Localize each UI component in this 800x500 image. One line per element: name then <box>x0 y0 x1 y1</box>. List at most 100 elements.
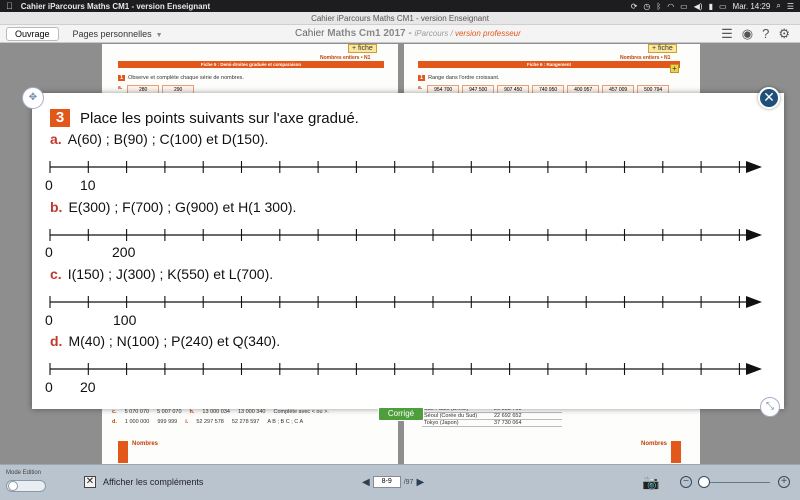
row-letter: h. <box>189 409 195 415</box>
item-text: M(40) ; N(100) ; P(240) et Q(340). <box>68 333 281 349</box>
book-title-parcours: iParcours <box>414 29 449 38</box>
lower-exercise-left: c. 5 070 070 5 007 070 h. 13 000 034 13 … <box>112 409 329 429</box>
value: 1 000 000 <box>124 419 150 425</box>
value: 5 007 070 <box>157 409 182 415</box>
complements-label[interactable]: Afficher les compléments <box>103 477 203 487</box>
row-letter: i. <box>185 419 189 425</box>
zoom-slider-knob[interactable] <box>698 476 710 488</box>
app-name[interactable]: Cahier iParcours Maths CM1 - version Ens… <box>21 2 210 11</box>
instruction: Complète avec < ou >. <box>273 409 329 415</box>
number-line-c[interactable] <box>46 291 766 313</box>
axis-label-zero: 0 <box>45 244 53 260</box>
row-letter: c. <box>112 409 117 415</box>
gear-icon[interactable]: ⚙ <box>778 26 790 42</box>
population: 22 692 652 <box>494 413 522 419</box>
prev-page-icon[interactable]: ◀ <box>362 477 370 488</box>
tab-pages-label: Pages personnelles <box>72 28 152 39</box>
app-toolbar: Ouvrage Pages personnelles ▼ Cahier Maths… <box>0 25 800 43</box>
instruction-text-left: Observe et complète chaque série de nomb… <box>128 75 244 81</box>
population: 37 730 064 <box>494 420 522 426</box>
item-text: E(300) ; F(700) ; G(900) et H(1 300). <box>68 199 297 215</box>
question-number: 3 <box>50 109 70 127</box>
help-icon[interactable]: ? <box>762 26 769 42</box>
menu-clock[interactable]: Mar. 14:29 <box>733 2 771 11</box>
city: Séoul (Corée du Sud) <box>424 413 478 419</box>
page-tab-right <box>671 441 681 463</box>
eye-icon[interactable]: ◉ <box>742 26 753 42</box>
instruction-num-right: 1 <box>418 75 426 81</box>
chevron-down-icon: ▼ <box>155 31 163 39</box>
complements-checkbox[interactable]: ✕ <box>84 476 96 488</box>
fiche-button-right[interactable]: + fiche <box>648 44 677 53</box>
next-page-icon[interactable]: ▶ <box>416 477 424 488</box>
item-letter: b. <box>50 199 63 215</box>
table-row: Tokyo (Japon) 37 730 064 <box>422 420 562 427</box>
camera-icon[interactable]: 📷 <box>642 474 659 491</box>
search-icon[interactable]: ⌕ <box>776 1 780 11</box>
flag-fr-icon[interactable]: ▮ <box>709 2 713 11</box>
menu-icon[interactable]: ☰ <box>787 2 794 11</box>
resize-icon[interactable]: ⤡ <box>760 397 780 417</box>
axis-label-unit: 200 <box>112 244 136 260</box>
footer-right: Nombres <box>641 441 668 447</box>
instruction-left: 1 Observe et complète chaque série de nom… <box>118 75 244 81</box>
value: 5 070 070 <box>124 409 150 415</box>
axis-label-zero: 0 <box>45 312 53 328</box>
value: 13 000 340 <box>237 409 266 415</box>
axis-label-zero: 0 <box>45 379 53 395</box>
bluetooth-icon[interactable]: ᛒ <box>656 2 661 11</box>
sync-icon[interactable]: ⟳ <box>631 2 638 11</box>
instruction-right: 1 Range dans l'ordre croissant. <box>418 75 499 81</box>
axis-arrow <box>746 296 762 308</box>
value: 52 278 597 <box>231 419 260 425</box>
book-title-slash: / <box>448 29 455 38</box>
battery-icon[interactable]: ▭ <box>719 2 727 11</box>
axis-arrow <box>746 363 762 375</box>
question-title: Place les points suivants sur l'axe grad… <box>80 109 359 127</box>
item-text: I(150) ; J(300) ; K(550) et L(700). <box>67 266 274 282</box>
page-navigator: ◀ 8-9 /97 ▶ <box>362 476 424 488</box>
item-text: A(60) ; B(90) ; C(100) et D(150). <box>67 131 269 147</box>
airplay-icon[interactable]: ▭ <box>680 2 688 11</box>
exercise-row: d. 1 000 000 999 999 i. 52 297 578 52 27… <box>112 419 329 425</box>
wifi-icon[interactable]: ◠ <box>667 2 674 11</box>
mac-menubar:  Cahier iParcours Maths CM1 - version E… <box>0 0 800 12</box>
instruction-num-left: 1 <box>118 75 126 81</box>
list-icon[interactable]: ☰ <box>721 26 733 42</box>
volume-icon[interactable]: ◀) <box>694 2 703 11</box>
tab-pages-personnelles[interactable]: Pages personnelles ▼ <box>73 29 163 39</box>
clock-icon[interactable]: ◷ <box>643 2 650 11</box>
item-letter: d. <box>50 333 63 349</box>
fiche-button-left[interactable]: + fiche <box>348 44 377 53</box>
number-line-b[interactable] <box>46 224 766 246</box>
plus-icon[interactable]: + <box>670 64 679 73</box>
zoom-in-icon[interactable]: + <box>778 476 790 488</box>
corrige-button[interactable]: Corrigé <box>378 407 424 421</box>
question-header: 3 Place les points suivants sur l'axe gr… <box>50 109 359 127</box>
comparison: A B ; B C ; C A <box>267 419 304 425</box>
axis-label-unit: 100 <box>113 312 137 328</box>
page-number-input[interactable]: 8-9 <box>372 476 401 488</box>
tab-ouvrage[interactable]: Ouvrage <box>6 26 59 41</box>
apple-icon[interactable]:  <box>6 1 13 11</box>
axis-arrow <box>746 229 762 241</box>
number-line-a[interactable] <box>46 156 766 178</box>
zoom-out-icon[interactable]: − <box>680 476 692 488</box>
footer-left: Nombres <box>132 441 159 447</box>
table-row: Séoul (Corée du Sud) 22 692 652 <box>422 413 562 420</box>
book-title: Cahier Maths Cm1 2017 - iParcours / vers… <box>295 28 521 39</box>
number-line-d[interactable] <box>46 358 766 380</box>
exercise-row: c. 5 070 070 5 007 070 h. 13 000 034 13 … <box>112 409 329 415</box>
close-icon[interactable]: ✕ <box>758 87 780 109</box>
move-icon[interactable]: ✥ <box>22 87 44 109</box>
axis-arrow <box>746 161 762 173</box>
item-letter: a. <box>50 131 62 147</box>
window-titlebar: Cahier iParcours Maths CM1 - version Ens… <box>0 12 800 25</box>
mode-edition-toggle[interactable] <box>6 480 46 492</box>
toggle-knob <box>8 481 18 491</box>
item-a: a. A(60) ; B(90) ; C(100) et D(150). <box>50 131 268 147</box>
page-total: /97 <box>403 478 414 486</box>
instruction-text-right: Range dans l'ordre croissant. <box>428 75 500 81</box>
status-area: ⟳ ◷ ᛒ ◠ ▭ ◀) ▮ ▭ Mar. 14:29 ⌕ ☰ <box>631 1 794 11</box>
axis-label-unit: 10 <box>80 177 96 193</box>
